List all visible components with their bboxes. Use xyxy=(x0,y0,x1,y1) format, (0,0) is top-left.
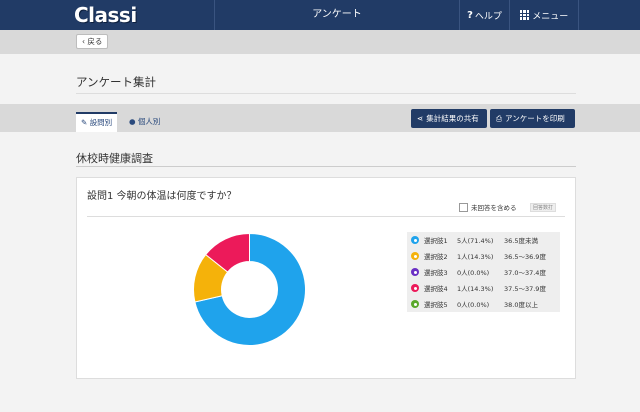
share-icon: ⋖ xyxy=(417,114,424,123)
legend-label: 選択肢4 xyxy=(424,285,448,293)
legend-label: 選択肢5 xyxy=(424,301,448,309)
question-card: 設問1 今朝の体温は何度ですか？ 未回答を含める 回答数打 選択肢1 5人(71.… xyxy=(76,177,576,379)
include-unanswered-toggle[interactable]: 未回答を含める xyxy=(459,202,517,212)
legend-dot-icon xyxy=(411,236,419,244)
classi-logo[interactable]: Classi xyxy=(74,3,137,27)
app-header: Classi アンケート ? ヘルプ メニュー xyxy=(0,0,640,30)
legend-range: 37.5〜37.9度 xyxy=(504,285,546,293)
logo-area: Classi xyxy=(0,0,215,30)
print-survey-button[interactable]: ⎙ アンケートを印刷 xyxy=(490,109,575,128)
legend-item: 選択肢1 5人(71.4%) 36.5度未満 xyxy=(407,232,560,248)
include-unanswered-label: 未回答を含める xyxy=(471,204,517,212)
chevron-left-icon: ‹ xyxy=(82,37,85,46)
legend-count: 5人(71.4%) xyxy=(457,237,494,245)
legend-dot-icon xyxy=(411,284,419,292)
legend-range: 38.0度以上 xyxy=(504,301,538,309)
menu-label: メニュー xyxy=(532,11,569,22)
legend-count: 1人(14.3%) xyxy=(457,253,494,261)
tab-label: 設問別 xyxy=(89,118,113,127)
chart-legend: 選択肢1 5人(71.4%) 36.5度未満選択肢2 1人(14.3%) 36.5〜36… xyxy=(407,232,560,312)
legend-range: 37.0〜37.4度 xyxy=(504,269,546,277)
survey-title: 休校時健康調査 xyxy=(76,152,153,165)
legend-count: 0人(0.0%) xyxy=(457,269,490,277)
tab-by-person[interactable]: ● 個人別 xyxy=(124,112,165,132)
pencil-icon: ✎ xyxy=(81,118,88,127)
divider xyxy=(76,93,576,94)
question-title: 設問1 今朝の体温は何度ですか？ xyxy=(87,191,237,202)
menu-button[interactable]: メニュー xyxy=(509,0,579,30)
divider xyxy=(87,216,565,217)
share-label: 集計結果の共有 xyxy=(426,114,479,123)
logo-text: Classi xyxy=(74,3,137,27)
legend-range: 36.5度未満 xyxy=(504,237,538,245)
legend-dot-icon xyxy=(411,300,419,308)
tab-by-question[interactable]: ✎ 設問別 xyxy=(76,112,118,132)
legend-label: 選択肢3 xyxy=(424,269,448,277)
legend-count: 0人(0.0%) xyxy=(457,301,490,309)
tab-label: 個人別 xyxy=(137,117,161,126)
legend-item: 選択肢4 1人(14.3%) 37.5〜37.9度 xyxy=(407,280,560,296)
back-label: 戻る xyxy=(87,37,103,46)
page-title: アンケート集計 xyxy=(76,75,157,89)
response-count-badge: 回答数打 xyxy=(530,203,557,212)
legend-range: 36.5〜36.9度 xyxy=(504,253,546,261)
legend-item: 選択肢2 1人(14.3%) 36.5〜36.9度 xyxy=(407,248,560,264)
share-results-button[interactable]: ⋖ 集計結果の共有 xyxy=(411,109,487,128)
help-button[interactable]: ? ヘルプ xyxy=(459,0,509,30)
help-label: ヘルプ xyxy=(474,11,502,22)
legend-item: 選択肢3 0人(0.0%) 37.0〜37.4度 xyxy=(407,264,560,280)
legend-item: 選択肢5 0人(0.0%) 38.0度以上 xyxy=(407,296,560,312)
donut-chart xyxy=(193,232,306,346)
divider xyxy=(76,166,576,167)
header-title: アンケート xyxy=(312,9,362,20)
print-icon: ⎙ xyxy=(496,114,502,123)
user-icon: ● xyxy=(129,117,136,126)
legend-label: 選択肢2 xyxy=(424,253,448,261)
grid-icon xyxy=(519,10,530,20)
legend-dot-icon xyxy=(411,252,419,260)
legend-label: 選択肢1 xyxy=(424,237,448,245)
legend-dot-icon xyxy=(411,268,419,276)
legend-count: 1人(14.3%) xyxy=(457,285,494,293)
include-unanswered-checkbox[interactable] xyxy=(459,202,468,212)
question-icon: ? xyxy=(467,9,473,21)
back-button[interactable]: ‹ 戻る xyxy=(76,34,109,49)
back-bar: ‹ 戻る xyxy=(0,30,640,54)
print-label: アンケートを印刷 xyxy=(505,114,565,123)
